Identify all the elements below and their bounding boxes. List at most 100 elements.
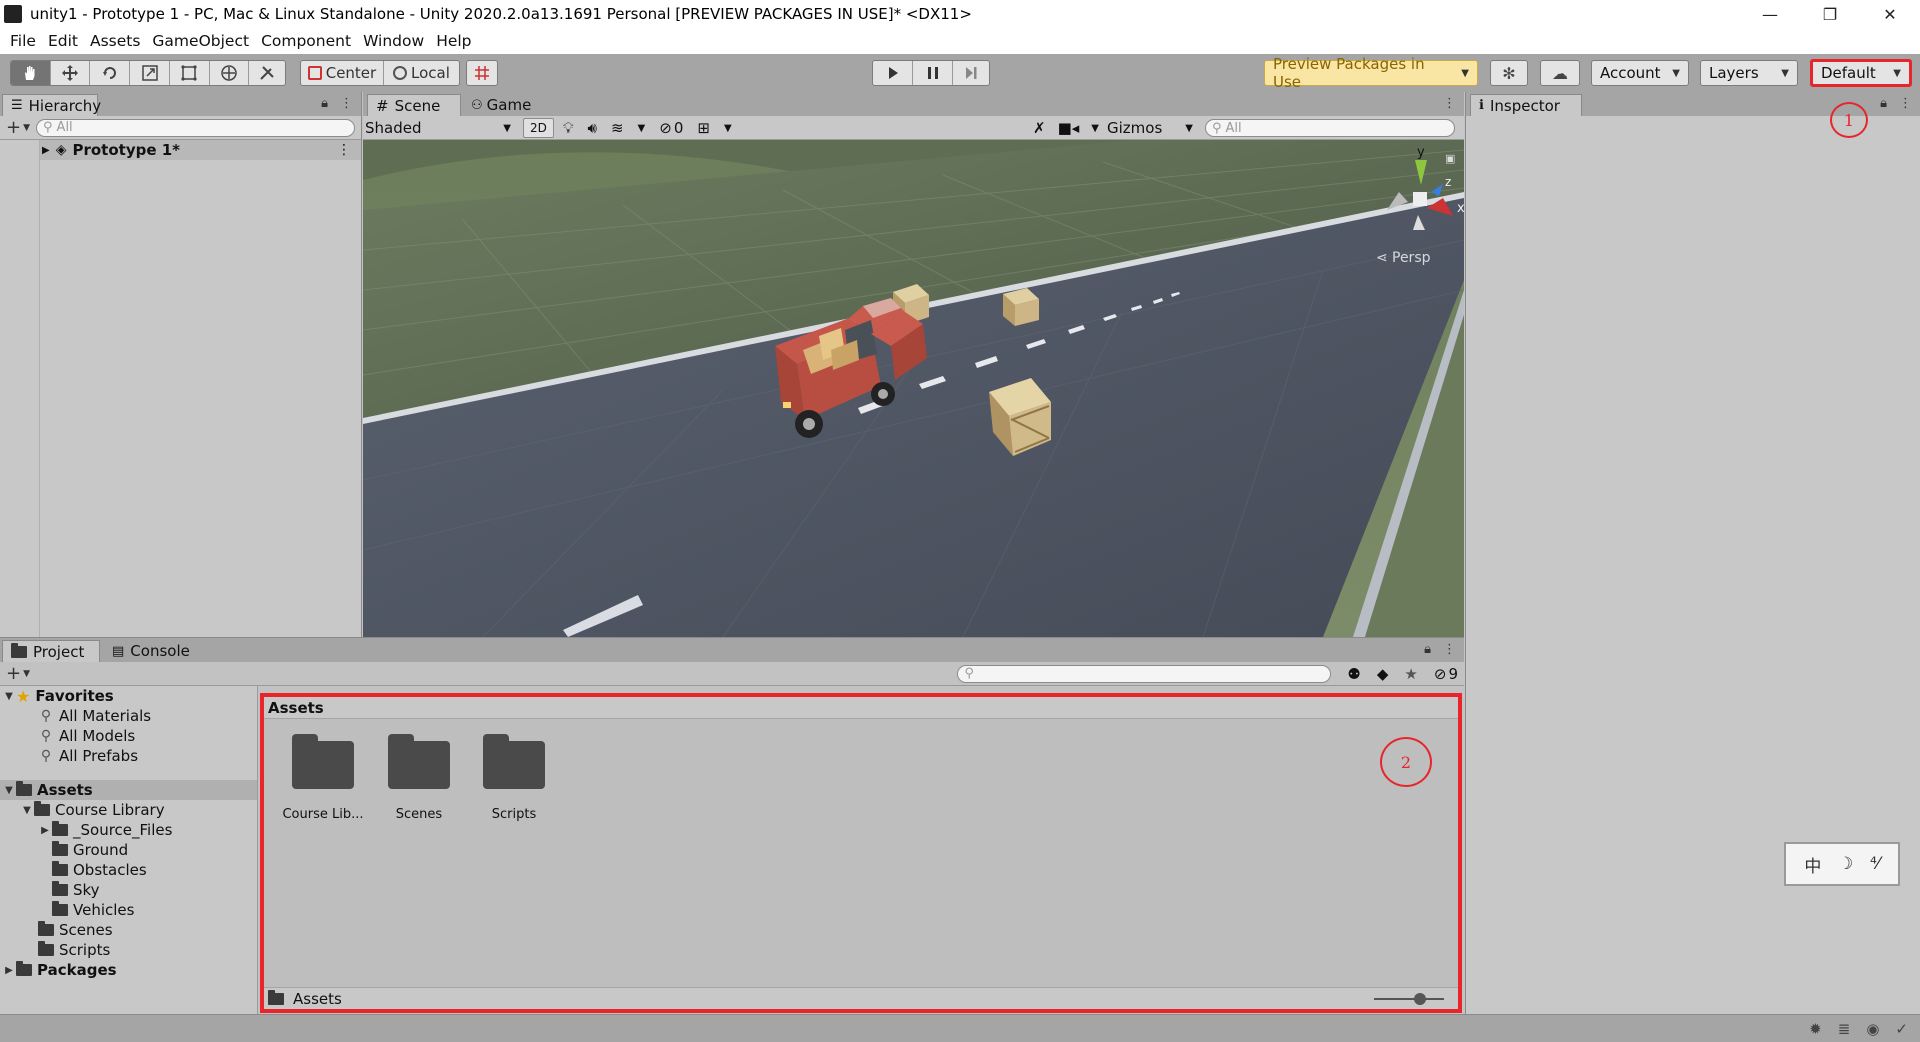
expand-arrow-icon[interactable]: ▼ (2, 691, 16, 702)
lock-icon[interactable]: 🔒︎ (1880, 96, 1887, 111)
tab-console[interactable]: ▤ Console (104, 640, 204, 662)
effects-layers-icon[interactable]: ≋ (611, 119, 624, 137)
layers-dropdown[interactable]: Layers ▼ (1700, 60, 1798, 86)
expand-arrow-icon[interactable]: ▶ (38, 825, 52, 836)
kebab-menu-icon[interactable]: ⋮ (1443, 642, 1456, 657)
favorite-item[interactable]: ⚲ All Prefabs (0, 746, 257, 766)
check-circle-icon[interactable]: ✓ (1895, 1020, 1908, 1038)
create-button[interactable]: + ▼ (6, 117, 30, 138)
tab-project[interactable]: Project (2, 640, 100, 662)
persp-label[interactable]: Persp (1392, 250, 1431, 266)
asset-folder-scripts[interactable]: Scripts (469, 734, 559, 822)
lock-icon[interactable]: ▣ (1445, 152, 1455, 165)
audio-speaker-icon[interactable]: 🔊︎ (588, 119, 597, 137)
project-search-input[interactable]: ⚲ (957, 664, 1332, 683)
grid-visibility-icon[interactable]: ⊞ (697, 119, 710, 137)
scene-search-input[interactable]: ⚲ All (1205, 119, 1455, 137)
visibility-hidden-icon[interactable]: ⊘ (659, 119, 672, 137)
collab-button[interactable]: ✻ (1490, 60, 1528, 86)
asset-folder-scenes[interactable]: Scenes (374, 734, 464, 822)
custom-tool-icon[interactable] (249, 61, 285, 85)
tools-icon[interactable]: ✗ (1033, 119, 1046, 137)
folder-row[interactable]: Obstacles (0, 860, 257, 880)
favorite-item[interactable]: ⚲ All Materials (0, 706, 257, 726)
maximize-button[interactable]: ❐ (1800, 0, 1860, 28)
hand-tool-icon[interactable] (11, 61, 51, 85)
folder-row[interactable]: ▶ _Source_Files (0, 820, 257, 840)
camera-icon[interactable]: ■◂ (1058, 119, 1080, 137)
cloud-button[interactable]: ☁ (1540, 60, 1580, 86)
slider-thumb[interactable] (1414, 993, 1426, 1005)
kebab-menu-icon[interactable]: ⋮ (1443, 96, 1456, 111)
create-asset-button[interactable]: + ▼ (6, 663, 30, 684)
hidden-packages-icon[interactable]: ⊘ (1434, 665, 1447, 683)
close-button[interactable]: ✕ (1860, 0, 1920, 28)
rect-tool-icon[interactable] (170, 61, 210, 85)
minimize-button[interactable]: — (1740, 0, 1800, 28)
chevron-down-icon[interactable]: ▼ (724, 123, 732, 134)
tab-game[interactable]: ⚇ Game (463, 94, 543, 116)
expand-arrow-icon[interactable]: ▼ (2, 785, 16, 796)
preview-packages-dropdown[interactable]: Preview Packages in Use ▼ (1264, 55, 1478, 91)
bug-icon[interactable]: ✹ (1809, 1020, 1822, 1038)
ime-halfwidth-toggle[interactable]: ☽ (1838, 854, 1853, 874)
tab-hierarchy[interactable]: ☰ Hierarchy (2, 94, 101, 116)
database-icon[interactable]: ≣ (1838, 1020, 1851, 1038)
filter-by-label-icon[interactable]: ◆ (1377, 665, 1389, 683)
lock-icon[interactable]: 🔒︎ (321, 96, 328, 111)
ime-punctuation-toggle[interactable]: ⁴⁄ (1870, 854, 1880, 874)
folder-row[interactable]: Scenes (0, 920, 257, 940)
expand-arrow-icon[interactable]: ▶ (42, 145, 50, 156)
menu-file[interactable]: File (4, 32, 42, 50)
pivot-center-button[interactable]: Center (301, 61, 384, 85)
scale-tool-icon[interactable] (130, 61, 170, 85)
assets-root-row[interactable]: ▼ Assets (0, 780, 257, 800)
lighting-bulb-icon[interactable]: 💡︎ (563, 119, 574, 137)
rotate-tool-icon[interactable] (90, 61, 131, 85)
hierarchy-search-input[interactable]: ⚲ All (36, 118, 355, 137)
lock-icon[interactable]: 🔒︎ (1424, 642, 1431, 657)
pivot-local-button[interactable]: Local (384, 61, 459, 85)
folder-row[interactable]: Ground (0, 840, 257, 860)
menu-assets[interactable]: Assets (84, 32, 146, 50)
kebab-menu-icon[interactable]: ⋮ (337, 142, 351, 158)
chevron-down-icon[interactable]: ▼ (1091, 123, 1099, 134)
menu-edit[interactable]: Edit (42, 32, 84, 50)
scene-item[interactable]: ▶ ◈ Prototype 1* (0, 140, 361, 160)
menu-gameobject[interactable]: GameObject (146, 32, 255, 50)
tab-scene[interactable]: # Scene (367, 94, 461, 116)
folder-row[interactable]: Scripts (0, 940, 257, 960)
transform-tool-icon[interactable] (210, 61, 250, 85)
tab-inspector[interactable]: ℹ Inspector (1470, 94, 1582, 116)
pause-button[interactable] (913, 61, 953, 85)
play-button[interactable] (873, 61, 913, 85)
account-dropdown[interactable]: Account ▼ (1591, 60, 1689, 86)
expand-arrow-icon[interactable]: ▶ (2, 965, 16, 976)
scene-viewport[interactable]: y x z Persp ⋖ ▣ (363, 140, 1464, 637)
menu-component[interactable]: Component (255, 32, 357, 50)
kebab-menu-icon[interactable]: ⋮ (1899, 96, 1912, 111)
filter-by-type-icon[interactable]: ⚉ (1347, 665, 1360, 683)
step-button[interactable] (953, 61, 989, 85)
chevron-down-icon[interactable]: ▼ (638, 123, 646, 134)
gizmos-dropdown[interactable]: Gizmos ▼ (1107, 118, 1197, 138)
folder-row[interactable]: Vehicles (0, 900, 257, 920)
shading-mode-dropdown[interactable]: Shaded ▼ (365, 118, 517, 138)
menu-help[interactable]: Help (430, 32, 477, 50)
menu-window[interactable]: Window (357, 32, 430, 50)
expand-arrow-icon[interactable]: ▼ (20, 805, 34, 816)
icon-size-slider[interactable] (1374, 993, 1444, 1005)
folder-row[interactable]: ▼ Course Library (0, 800, 257, 820)
move-tool-icon[interactable] (51, 61, 91, 85)
grid-snap-icon[interactable] (467, 61, 497, 85)
ime-chinese-mode[interactable]: 中 (1804, 852, 1821, 877)
auto-generate-lighting-icon[interactable]: ◉ (1866, 1020, 1879, 1038)
ime-toolbar[interactable]: 中 ☽ ⁴⁄ (1784, 842, 1900, 886)
asset-folder-course-library[interactable]: Course Lib... (278, 734, 368, 822)
kebab-menu-icon[interactable]: ⋮ (340, 96, 353, 111)
folder-row[interactable]: Sky (0, 880, 257, 900)
favorites-row[interactable]: ▼ ★ Favorites (0, 686, 257, 706)
layout-dropdown[interactable]: Default ▼ (1810, 59, 1912, 87)
favorite-star-icon[interactable]: ★ (1404, 665, 1417, 683)
packages-row[interactable]: ▶ Packages (0, 960, 257, 980)
